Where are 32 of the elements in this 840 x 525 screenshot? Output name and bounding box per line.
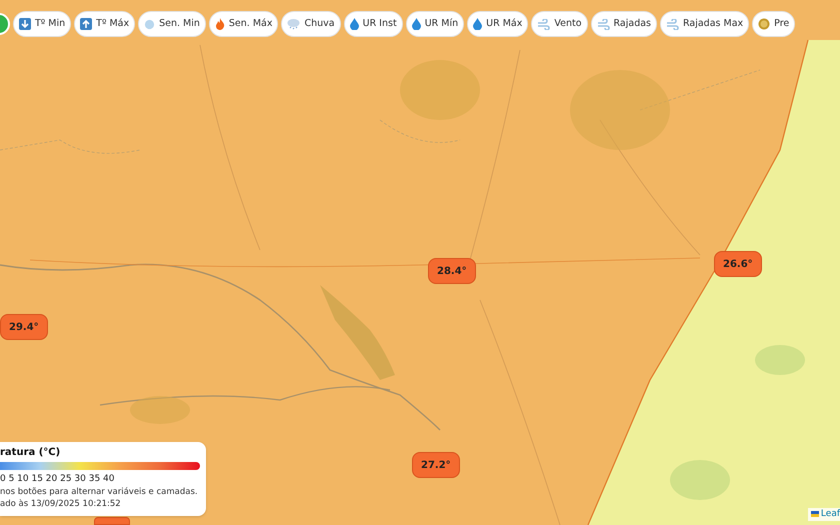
layer-button[interactable]: Vento (531, 11, 588, 37)
down-arrow-icon (19, 18, 31, 30)
legend-title: ratura (°C) (0, 446, 62, 460)
temperature-marker[interactable]: 26.6° (714, 251, 762, 277)
coin-icon (758, 18, 770, 30)
wind-icon (537, 18, 550, 30)
wind-icon (596, 18, 610, 30)
temperature-marker[interactable] (94, 517, 130, 525)
layer-button[interactable]: UR Mín (406, 11, 464, 37)
temperature-marker[interactable]: 29.4° (0, 314, 48, 340)
layer-button[interactable]: Sen. Máx (208, 11, 278, 37)
wind-icon (666, 18, 679, 30)
scale-labels: 0 5 10 15 20 25 30 35 40 (0, 473, 116, 486)
layer-button[interactable]: Sen. Min (138, 11, 206, 37)
drop-icon (473, 18, 482, 30)
temperature-marker[interactable]: 28.4° (428, 258, 476, 284)
layer-button[interactable]: Chuva (281, 11, 341, 37)
layer-button[interactable]: Rajadas Max (660, 11, 750, 37)
drop-icon (412, 18, 421, 30)
layer-button[interactable]: UR Inst (344, 11, 403, 37)
rain-cloud-icon (287, 18, 300, 30)
flame-icon (214, 18, 225, 30)
up-arrow-icon (80, 18, 92, 30)
layer-button[interactable]: Rajadas (590, 11, 657, 37)
temperature-marker[interactable]: 27.2° (412, 452, 460, 478)
updated-time: ado às 13/09/2025 10:21:52 (0, 498, 122, 510)
layer-button[interactable]: UR Máx (467, 11, 528, 37)
layer-button[interactable]: Tº Máx (74, 11, 136, 37)
flag-icon (810, 511, 819, 518)
drop-icon (350, 18, 359, 30)
legend-hint: nos botões para alternar variáveis e camadas. (0, 486, 199, 498)
layer-button[interactable]: Tº Min (13, 11, 72, 37)
